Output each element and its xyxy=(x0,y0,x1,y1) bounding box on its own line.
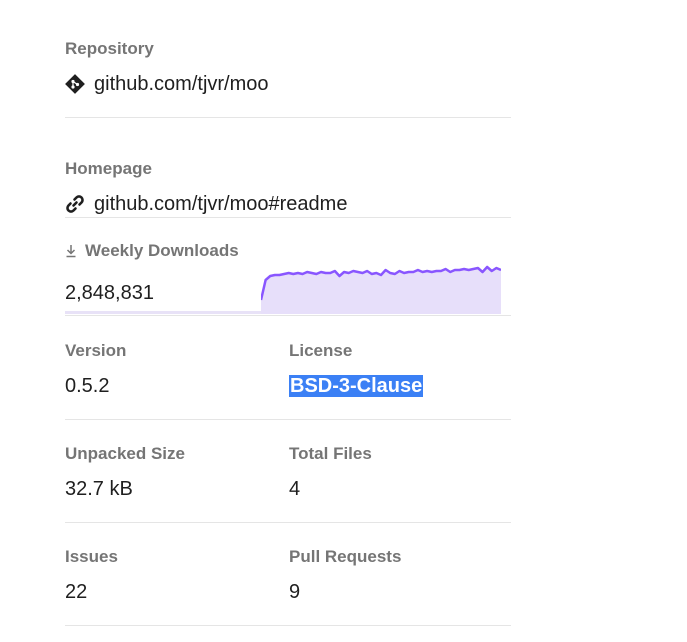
weekly-downloads-section: Weekly Downloads 2,848,831 xyxy=(65,218,511,316)
issues-cell[interactable]: Issues 22 xyxy=(65,546,118,605)
sparkline-baseline xyxy=(65,311,261,314)
license-cell: License BSD-3-Clause xyxy=(289,340,424,399)
unpacked-size-cell: Unpacked Size 32.7 kB xyxy=(65,443,185,502)
license-label: License xyxy=(289,341,353,360)
git-icon xyxy=(65,74,85,94)
package-sidebar: Repository github.com/tjvr/moo Homepage xyxy=(65,0,511,626)
pull-requests-value[interactable]: 9 xyxy=(289,579,401,605)
repository-url[interactable]: github.com/tjvr/moo xyxy=(94,71,269,97)
version-label: Version xyxy=(65,341,127,360)
size-files-row: Unpacked Size 32.7 kB Total Files 4 xyxy=(65,419,511,523)
homepage-label: Homepage xyxy=(65,159,152,178)
weekly-downloads-label-row: Weekly Downloads xyxy=(65,240,239,262)
weekly-downloads-label: Weekly Downloads xyxy=(85,241,239,260)
downloads-sparkline xyxy=(261,265,501,314)
version-cell: Version 0.5.2 xyxy=(65,340,126,399)
unpacked-size-value: 32.7 kB xyxy=(65,478,133,500)
download-icon xyxy=(65,243,77,259)
weekly-downloads-count: 2,848,831 xyxy=(65,282,154,304)
license-value[interactable]: BSD-3-Clause xyxy=(289,375,424,397)
homepage-section: Homepage github.com/tjvr/moo#readme xyxy=(65,118,511,218)
total-files-label: Total Files xyxy=(289,444,372,463)
version-license-row: Version 0.5.2 License BSD-3-Clause xyxy=(65,316,511,420)
pull-requests-cell[interactable]: Pull Requests 9 xyxy=(289,546,401,605)
homepage-url[interactable]: github.com/tjvr/moo#readme xyxy=(94,191,347,217)
homepage-link[interactable]: github.com/tjvr/moo#readme xyxy=(65,191,511,217)
version-value: 0.5.2 xyxy=(65,375,110,397)
repository-link[interactable]: github.com/tjvr/moo xyxy=(65,71,511,97)
issues-label: Issues xyxy=(65,547,118,566)
repository-section: Repository github.com/tjvr/moo xyxy=(65,0,511,118)
total-files-cell: Total Files 4 xyxy=(289,443,372,502)
link-icon xyxy=(65,194,85,214)
unpacked-size-label: Unpacked Size xyxy=(65,444,185,463)
pull-requests-label: Pull Requests xyxy=(289,547,402,566)
license-value-row: BSD-3-Clause xyxy=(289,373,424,399)
repository-label: Repository xyxy=(65,39,154,58)
issues-prs-row: Issues 22 Pull Requests 9 xyxy=(65,522,511,626)
issues-value[interactable]: 22 xyxy=(65,579,118,605)
total-files-value: 4 xyxy=(289,478,301,500)
